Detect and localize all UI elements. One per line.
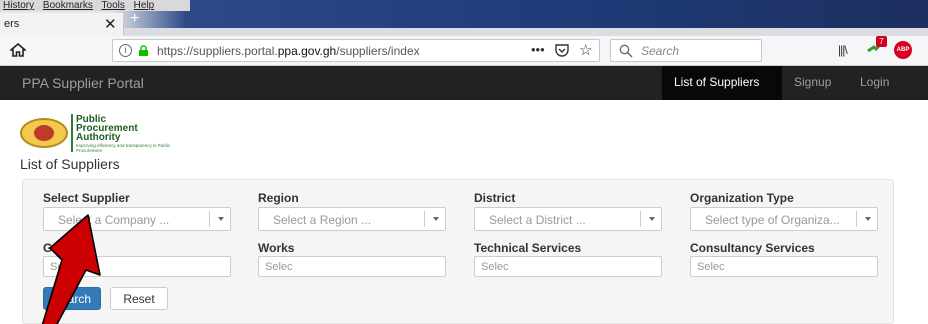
url-path: /suppliers/index: [336, 44, 420, 58]
filter-panel: Select Supplier Region District Organiza…: [22, 179, 894, 324]
region-placeholder: Select a Region ...: [273, 213, 372, 227]
dropdown-separator: [856, 211, 857, 227]
district-dropdown[interactable]: Select a District ...: [474, 207, 662, 231]
adblock-plus-icon[interactable]: ABP: [894, 41, 912, 59]
menu-bookmarks[interactable]: Bookmarks: [43, 0, 93, 11]
url-prefix: https://suppliers.portal.: [157, 44, 278, 58]
new-tab-icon[interactable]: +: [130, 10, 139, 28]
url-text[interactable]: https://suppliers.portal.ppa.gov.gh/supp…: [157, 44, 420, 58]
nav-signup[interactable]: Signup: [794, 75, 831, 89]
page-title: List of Suppliers: [20, 156, 120, 172]
library-icon[interactable]: |||\: [838, 43, 848, 57]
info-icon[interactable]: i: [119, 44, 132, 57]
browser-search-input[interactable]: Search: [610, 39, 762, 62]
technical-services-label: Technical Services: [474, 241, 582, 255]
browser-chrome: History Bookmarks Tools Help ers ✕ + i h…: [0, 0, 928, 66]
search-icon: [619, 44, 633, 58]
goods-placeholder: Selec: [50, 261, 78, 273]
logo-tagline: Improving efficiency and transparency in…: [76, 143, 170, 153]
works-label: Works: [258, 241, 295, 255]
bookmark-star-icon[interactable]: ☆: [579, 41, 592, 59]
goods-input[interactable]: Selec: [43, 256, 231, 277]
search-button-label: Search: [52, 292, 91, 306]
region-label: Region: [258, 191, 299, 205]
district-label: District: [474, 191, 516, 205]
works-input[interactable]: Selec: [258, 256, 446, 277]
select-supplier-dropdown[interactable]: Select a Company ...: [43, 207, 231, 231]
addon-badge: 7: [876, 36, 887, 47]
lock-icon[interactable]: [138, 45, 149, 56]
nav-list-of-suppliers[interactable]: List of Suppliers: [674, 75, 759, 89]
site-navbar: PPA Supplier Portal List of Suppliers Si…: [0, 66, 928, 100]
browser-navigation-bar: i https://suppliers.portal.ppa.gov.gh/su…: [0, 36, 928, 66]
menu-tools[interactable]: Tools: [102, 0, 125, 11]
pocket-icon[interactable]: [555, 44, 569, 57]
dropdown-separator: [424, 211, 425, 227]
district-placeholder: Select a District ...: [489, 213, 586, 227]
chevron-down-icon[interactable]: [865, 217, 871, 221]
reset-button-label: Reset: [123, 292, 155, 306]
dropdown-separator: [640, 211, 641, 227]
menu-history[interactable]: History: [3, 0, 34, 11]
logo-text-line3: Authority: [76, 132, 121, 143]
dropdown-separator: [209, 211, 210, 227]
brand-link[interactable]: PPA Supplier Portal: [22, 75, 144, 91]
page-actions-icon[interactable]: •••: [531, 42, 545, 57]
select-supplier-label: Select Supplier: [43, 191, 130, 205]
url-domain: ppa.gov.gh: [277, 44, 337, 58]
organization-type-placeholder: Select type of Organiza...: [705, 213, 840, 227]
nav-login[interactable]: Login: [860, 75, 889, 89]
goods-label: Goods: [43, 241, 81, 255]
technical-services-placeholder: Selec: [481, 261, 509, 273]
consultancy-services-input[interactable]: Selec: [690, 256, 878, 277]
works-placeholder: Selec: [265, 261, 293, 273]
chevron-down-icon[interactable]: [433, 217, 439, 221]
search-placeholder: Search: [641, 44, 680, 58]
browser-tab[interactable]: ers ✕: [0, 13, 124, 36]
region-dropdown[interactable]: Select a Region ...: [258, 207, 446, 231]
consultancy-services-placeholder: Selec: [697, 261, 725, 273]
consultancy-services-label: Consultancy Services: [690, 241, 815, 255]
technical-services-input[interactable]: Selec: [474, 256, 662, 277]
home-icon[interactable]: [10, 42, 26, 58]
chevron-down-icon[interactable]: [218, 217, 224, 221]
reset-button[interactable]: Reset: [110, 287, 168, 310]
tab-title: ers: [4, 18, 20, 30]
ppa-logo: Public Procurement Authority Improving e…: [20, 114, 200, 154]
url-bar[interactable]: i https://suppliers.portal.ppa.gov.gh/su…: [112, 39, 600, 62]
select-supplier-placeholder: Select a Company ...: [58, 213, 170, 227]
search-button[interactable]: Search: [43, 287, 101, 310]
coat-of-arms-emblem: [20, 118, 68, 148]
organization-type-label: Organization Type: [690, 191, 794, 205]
emblem-center: [34, 125, 54, 141]
close-tab-icon[interactable]: ✕: [104, 15, 117, 33]
chevron-down-icon[interactable]: [649, 217, 655, 221]
organization-type-dropdown[interactable]: Select type of Organiza...: [690, 207, 878, 231]
logo-divider: [71, 114, 73, 152]
